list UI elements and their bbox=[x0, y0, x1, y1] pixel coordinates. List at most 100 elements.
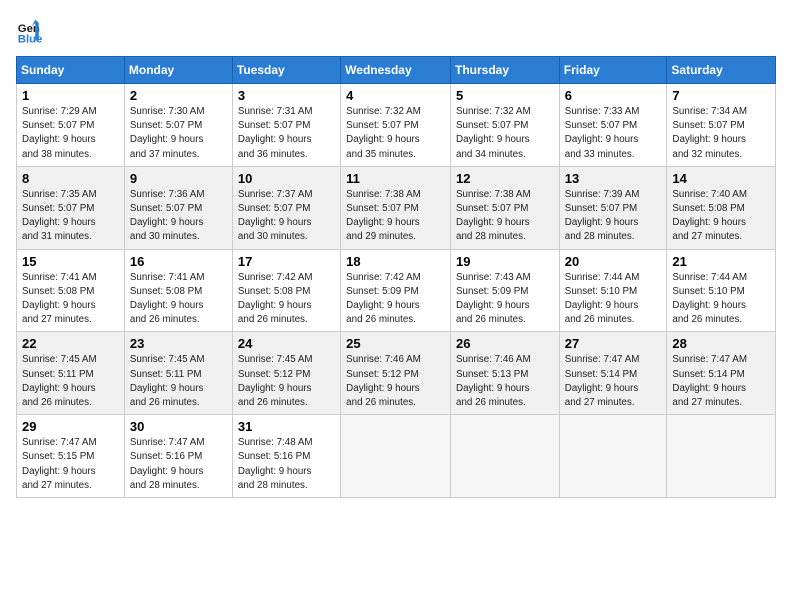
calendar-day-9: 9 Sunrise: 7:36 AMSunset: 5:07 PMDaylight… bbox=[124, 166, 232, 249]
calendar-header-thursday: Thursday bbox=[451, 57, 560, 84]
day-info: Sunrise: 7:46 AMSunset: 5:12 PMDaylight:… bbox=[346, 353, 445, 410]
calendar-day-5: 5 Sunrise: 7:32 AMSunset: 5:07 PMDaylight… bbox=[451, 84, 560, 167]
day-number: 19 bbox=[456, 254, 554, 269]
day-number: 12 bbox=[456, 171, 554, 186]
logo: Gen Blue bbox=[16, 16, 48, 44]
day-number: 2 bbox=[130, 88, 227, 103]
day-info: Sunrise: 7:42 AMSunset: 5:08 PMDaylight:… bbox=[238, 271, 335, 328]
calendar-header-saturday: Saturday bbox=[667, 57, 776, 84]
day-number: 7 bbox=[672, 88, 770, 103]
day-info: Sunrise: 7:41 AMSunset: 5:08 PMDaylight:… bbox=[22, 271, 119, 328]
day-number: 23 bbox=[130, 336, 227, 351]
calendar-day-11: 11 Sunrise: 7:38 AMSunset: 5:07 PMDayligh… bbox=[341, 166, 451, 249]
calendar-day-14: 14 Sunrise: 7:40 AMSunset: 5:08 PMDayligh… bbox=[667, 166, 776, 249]
calendar-day-29: 29Sunrise: 7:47 AMSunset: 5:15 PMDayligh… bbox=[17, 415, 125, 498]
calendar-day-18: 18 Sunrise: 7:42 AMSunset: 5:09 PMDayligh… bbox=[341, 249, 451, 332]
day-number: 21 bbox=[672, 254, 770, 269]
day-info: Sunrise: 7:41 AMSunset: 5:08 PMDaylight:… bbox=[130, 271, 227, 328]
day-number: 18 bbox=[346, 254, 445, 269]
calendar-day-10: 10 Sunrise: 7:37 AMSunset: 5:07 PMDayligh… bbox=[232, 166, 340, 249]
day-info: Sunrise: 7:32 AMSunset: 5:07 PMDaylight:… bbox=[456, 105, 554, 162]
day-number: 27 bbox=[565, 336, 662, 351]
day-info: Sunrise: 7:38 AMSunset: 5:07 PMDaylight:… bbox=[346, 188, 445, 245]
day-number: 3 bbox=[238, 88, 335, 103]
calendar-day-23: 23 Sunrise: 7:45 AMSunset: 5:11 PMDayligh… bbox=[124, 332, 232, 415]
day-number: 22 bbox=[22, 336, 119, 351]
day-info: Sunrise: 7:30 AMSunset: 5:07 PMDaylight:… bbox=[130, 105, 227, 162]
calendar-week-1: 1Sunrise: 7:29 AMSunset: 5:07 PMDaylight… bbox=[17, 84, 776, 167]
calendar-week-3: 15 Sunrise: 7:41 AMSunset: 5:08 PMDayligh… bbox=[17, 249, 776, 332]
day-info: Sunrise: 7:46 AMSunset: 5:13 PMDaylight:… bbox=[456, 353, 554, 410]
day-number: 25 bbox=[346, 336, 445, 351]
calendar-day-2: 2 Sunrise: 7:30 AMSunset: 5:07 PMDaylight… bbox=[124, 84, 232, 167]
day-info: Sunrise: 7:44 AMSunset: 5:10 PMDaylight:… bbox=[672, 271, 770, 328]
calendar-day-21: 21 Sunrise: 7:44 AMSunset: 5:10 PMDayligh… bbox=[667, 249, 776, 332]
day-info: Sunrise: 7:32 AMSunset: 5:07 PMDaylight:… bbox=[346, 105, 445, 162]
calendar-day-7: 7 Sunrise: 7:34 AMSunset: 5:07 PMDaylight… bbox=[667, 84, 776, 167]
day-info: Sunrise: 7:38 AMSunset: 5:07 PMDaylight:… bbox=[456, 188, 554, 245]
calendar-header-sunday: Sunday bbox=[17, 57, 125, 84]
calendar-day-26: 26 Sunrise: 7:46 AMSunset: 5:13 PMDayligh… bbox=[451, 332, 560, 415]
day-info: Sunrise: 7:45 AMSunset: 5:12 PMDaylight:… bbox=[238, 353, 335, 410]
calendar-empty-cell bbox=[451, 415, 560, 498]
calendar-day-22: 22 Sunrise: 7:45 AMSunset: 5:11 PMDayligh… bbox=[17, 332, 125, 415]
day-number: 20 bbox=[565, 254, 662, 269]
day-number: 9 bbox=[130, 171, 227, 186]
calendar-day-24: 24 Sunrise: 7:45 AMSunset: 5:12 PMDayligh… bbox=[232, 332, 340, 415]
calendar-day-25: 25 Sunrise: 7:46 AMSunset: 5:12 PMDayligh… bbox=[341, 332, 451, 415]
calendar-header-row: SundayMondayTuesdayWednesdayThursdayFrid… bbox=[17, 57, 776, 84]
calendar-day-31: 31Sunrise: 7:48 AMSunset: 5:16 PMDayligh… bbox=[232, 415, 340, 498]
calendar-day-27: 27 Sunrise: 7:47 AMSunset: 5:14 PMDayligh… bbox=[559, 332, 667, 415]
calendar-day-13: 13 Sunrise: 7:39 AMSunset: 5:07 PMDayligh… bbox=[559, 166, 667, 249]
day-info: Sunrise: 7:33 AMSunset: 5:07 PMDaylight:… bbox=[565, 105, 662, 162]
calendar-day-15: 15 Sunrise: 7:41 AMSunset: 5:08 PMDayligh… bbox=[17, 249, 125, 332]
calendar-week-2: 8Sunrise: 7:35 AMSunset: 5:07 PMDaylight… bbox=[17, 166, 776, 249]
logo-icon: Gen Blue bbox=[16, 16, 44, 44]
day-info: Sunrise: 7:45 AMSunset: 5:11 PMDaylight:… bbox=[130, 353, 227, 410]
calendar-day-16: 16Sunrise: 7:41 AMSunset: 5:08 PMDayligh… bbox=[124, 249, 232, 332]
calendar-header-wednesday: Wednesday bbox=[341, 57, 451, 84]
day-number: 5 bbox=[456, 88, 554, 103]
calendar-day-1: 1Sunrise: 7:29 AMSunset: 5:07 PMDaylight… bbox=[17, 84, 125, 167]
day-info: Sunrise: 7:40 AMSunset: 5:08 PMDaylight:… bbox=[672, 188, 770, 245]
day-info: Sunrise: 7:39 AMSunset: 5:07 PMDaylight:… bbox=[565, 188, 662, 245]
day-info: Sunrise: 7:42 AMSunset: 5:09 PMDaylight:… bbox=[346, 271, 445, 328]
day-number: 1 bbox=[22, 88, 119, 103]
calendar-empty-cell bbox=[559, 415, 667, 498]
calendar-day-20: 20 Sunrise: 7:44 AMSunset: 5:10 PMDayligh… bbox=[559, 249, 667, 332]
day-number: 4 bbox=[346, 88, 445, 103]
calendar-week-4: 22 Sunrise: 7:45 AMSunset: 5:11 PMDayligh… bbox=[17, 332, 776, 415]
day-number: 24 bbox=[238, 336, 335, 351]
calendar-day-3: 3 Sunrise: 7:31 AMSunset: 5:07 PMDaylight… bbox=[232, 84, 340, 167]
calendar-day-12: 12 Sunrise: 7:38 AMSunset: 5:07 PMDayligh… bbox=[451, 166, 560, 249]
calendar-empty-cell bbox=[667, 415, 776, 498]
day-info: Sunrise: 7:31 AMSunset: 5:07 PMDaylight:… bbox=[238, 105, 335, 162]
day-number: 13 bbox=[565, 171, 662, 186]
calendar-day-17: 17 Sunrise: 7:42 AMSunset: 5:08 PMDayligh… bbox=[232, 249, 340, 332]
day-info: Sunrise: 7:47 AMSunset: 5:14 PMDaylight:… bbox=[565, 353, 662, 410]
day-info: Sunrise: 7:43 AMSunset: 5:09 PMDaylight:… bbox=[456, 271, 554, 328]
day-number: 28 bbox=[672, 336, 770, 351]
day-info: Sunrise: 7:44 AMSunset: 5:10 PMDaylight:… bbox=[565, 271, 662, 328]
day-number: 26 bbox=[456, 336, 554, 351]
day-info: Sunrise: 7:37 AMSunset: 5:07 PMDaylight:… bbox=[238, 188, 335, 245]
calendar-header-tuesday: Tuesday bbox=[232, 57, 340, 84]
calendar-day-6: 6Sunrise: 7:33 AMSunset: 5:07 PMDaylight… bbox=[559, 84, 667, 167]
day-number: 14 bbox=[672, 171, 770, 186]
day-number: 10 bbox=[238, 171, 335, 186]
day-info: Sunrise: 7:47 AMSunset: 5:15 PMDaylight:… bbox=[22, 436, 119, 493]
calendar-week-5: 29Sunrise: 7:47 AMSunset: 5:15 PMDayligh… bbox=[17, 415, 776, 498]
calendar-day-8: 8Sunrise: 7:35 AMSunset: 5:07 PMDaylight… bbox=[17, 166, 125, 249]
calendar-table: SundayMondayTuesdayWednesdayThursdayFrid… bbox=[16, 56, 776, 498]
day-number: 15 bbox=[22, 254, 119, 269]
calendar-empty-cell bbox=[341, 415, 451, 498]
day-info: Sunrise: 7:35 AMSunset: 5:07 PMDaylight:… bbox=[22, 188, 119, 245]
day-number: 17 bbox=[238, 254, 335, 269]
day-info: Sunrise: 7:45 AMSunset: 5:11 PMDaylight:… bbox=[22, 353, 119, 410]
day-info: Sunrise: 7:47 AMSunset: 5:16 PMDaylight:… bbox=[130, 436, 227, 493]
day-info: Sunrise: 7:48 AMSunset: 5:16 PMDaylight:… bbox=[238, 436, 335, 493]
day-number: 11 bbox=[346, 171, 445, 186]
day-info: Sunrise: 7:34 AMSunset: 5:07 PMDaylight:… bbox=[672, 105, 770, 162]
calendar-header-friday: Friday bbox=[559, 57, 667, 84]
day-info: Sunrise: 7:36 AMSunset: 5:07 PMDaylight:… bbox=[130, 188, 227, 245]
